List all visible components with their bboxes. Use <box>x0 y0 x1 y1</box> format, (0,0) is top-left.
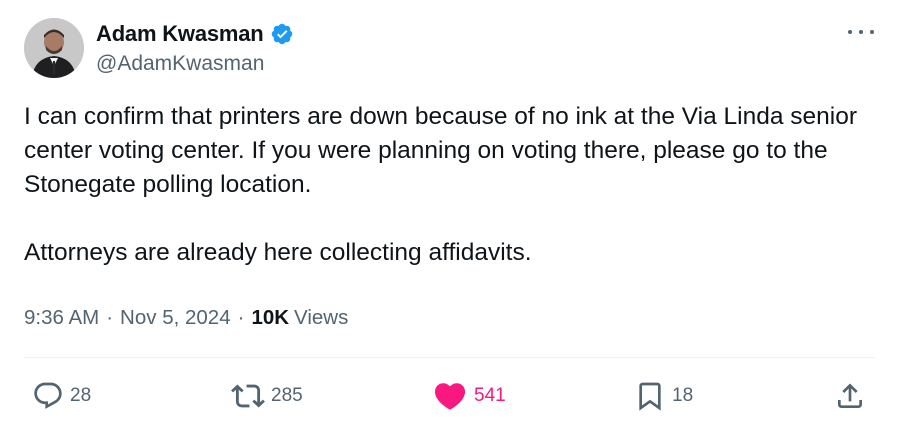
action-bar: 28 285 541 18 <box>0 377 898 415</box>
author-handle[interactable]: @AdamKwasman <box>96 52 264 76</box>
reply-icon <box>34 382 62 409</box>
divider <box>24 357 875 358</box>
like-count: 541 <box>474 385 506 406</box>
tweet-text: I can confirm that printers are down bec… <box>24 100 874 270</box>
meta-separator: · <box>237 306 245 329</box>
tweet-paragraph: Attorneys are already here collecting af… <box>24 239 532 266</box>
reply-button[interactable]: 28 <box>32 377 91 415</box>
repost-icon <box>231 384 265 408</box>
meta-separator: · <box>106 306 114 329</box>
reply-count: 28 <box>70 385 92 406</box>
avatar[interactable] <box>24 18 84 78</box>
bookmark-button[interactable]: 18 <box>634 377 693 415</box>
avatar-image <box>24 18 84 78</box>
views-count: 10K <box>251 306 290 329</box>
author-display-name[interactable]: Adam Kwasman <box>96 21 264 47</box>
share-button[interactable] <box>834 377 866 415</box>
more-options-icon[interactable] <box>848 22 874 42</box>
views-label: Views <box>294 306 349 329</box>
verified-badge-icon[interactable] <box>270 22 294 46</box>
heart-icon <box>434 383 466 410</box>
tweet-paragraph: I can confirm that printers are down bec… <box>24 103 858 198</box>
like-button[interactable]: 541 <box>432 377 506 415</box>
bookmark-count: 18 <box>672 385 694 406</box>
repost-count: 285 <box>271 385 303 406</box>
author-name-row: Adam Kwasman <box>96 20 294 48</box>
tweet-meta: 9:36 AM · Nov 5, 2024 · 10K Views <box>24 306 348 330</box>
repost-button[interactable]: 285 <box>231 377 303 415</box>
tweet-date[interactable]: Nov 5, 2024 <box>120 306 231 330</box>
tweet-time[interactable]: 9:36 AM <box>24 306 99 330</box>
tweet-card: Adam Kwasman @AdamKwasman I can confirm … <box>0 0 898 430</box>
share-icon <box>838 383 862 408</box>
bookmark-icon <box>639 382 661 411</box>
